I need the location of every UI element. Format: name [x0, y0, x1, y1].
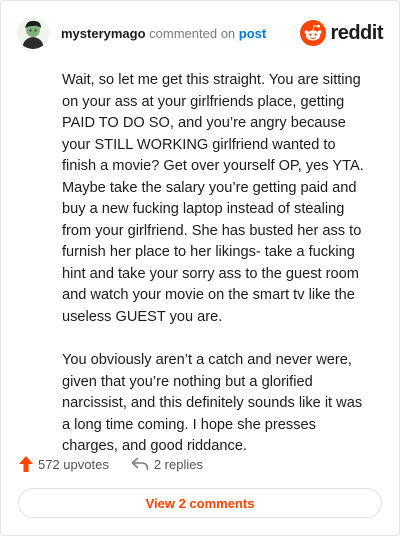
comment-paragraph: Wait, so let me get this straight. You a… — [62, 72, 364, 325]
upvote-arrow-icon — [19, 456, 33, 472]
comment-header: mysterymago commented on post reddit — [17, 17, 383, 51]
action-text: commented on — [149, 26, 236, 41]
replies-button[interactable]: 2 replies — [131, 457, 203, 472]
upvote-button[interactable]: 572 upvotes — [19, 456, 109, 472]
comment-meta: mysterymago commented on post — [61, 26, 266, 42]
username-link[interactable]: mysterymago — [61, 26, 146, 41]
comment-paragraph: You obviously aren’t a catch and never w… — [62, 352, 363, 454]
comment-card: mysterymago commented on post reddit Wai… — [0, 0, 400, 536]
upvote-count: 572 upvotes — [38, 456, 109, 472]
avatar-figure-icon — [17, 17, 49, 49]
comment-body: Wait, so let me get this straight. You a… — [62, 70, 373, 480]
reddit-wordmark: reddit — [330, 21, 383, 44]
reply-count: 2 replies — [153, 456, 203, 472]
post-link[interactable]: post — [239, 26, 266, 41]
comment-actions: 572 upvotes 2 replies — [19, 453, 225, 475]
view-comments-button[interactable]: View 2 comments — [18, 488, 382, 518]
reply-arrow-icon — [131, 457, 149, 471]
user-avatar[interactable] — [17, 17, 49, 49]
reddit-logo[interactable]: reddit — [300, 19, 383, 47]
reddit-snoo-icon — [300, 20, 327, 46]
